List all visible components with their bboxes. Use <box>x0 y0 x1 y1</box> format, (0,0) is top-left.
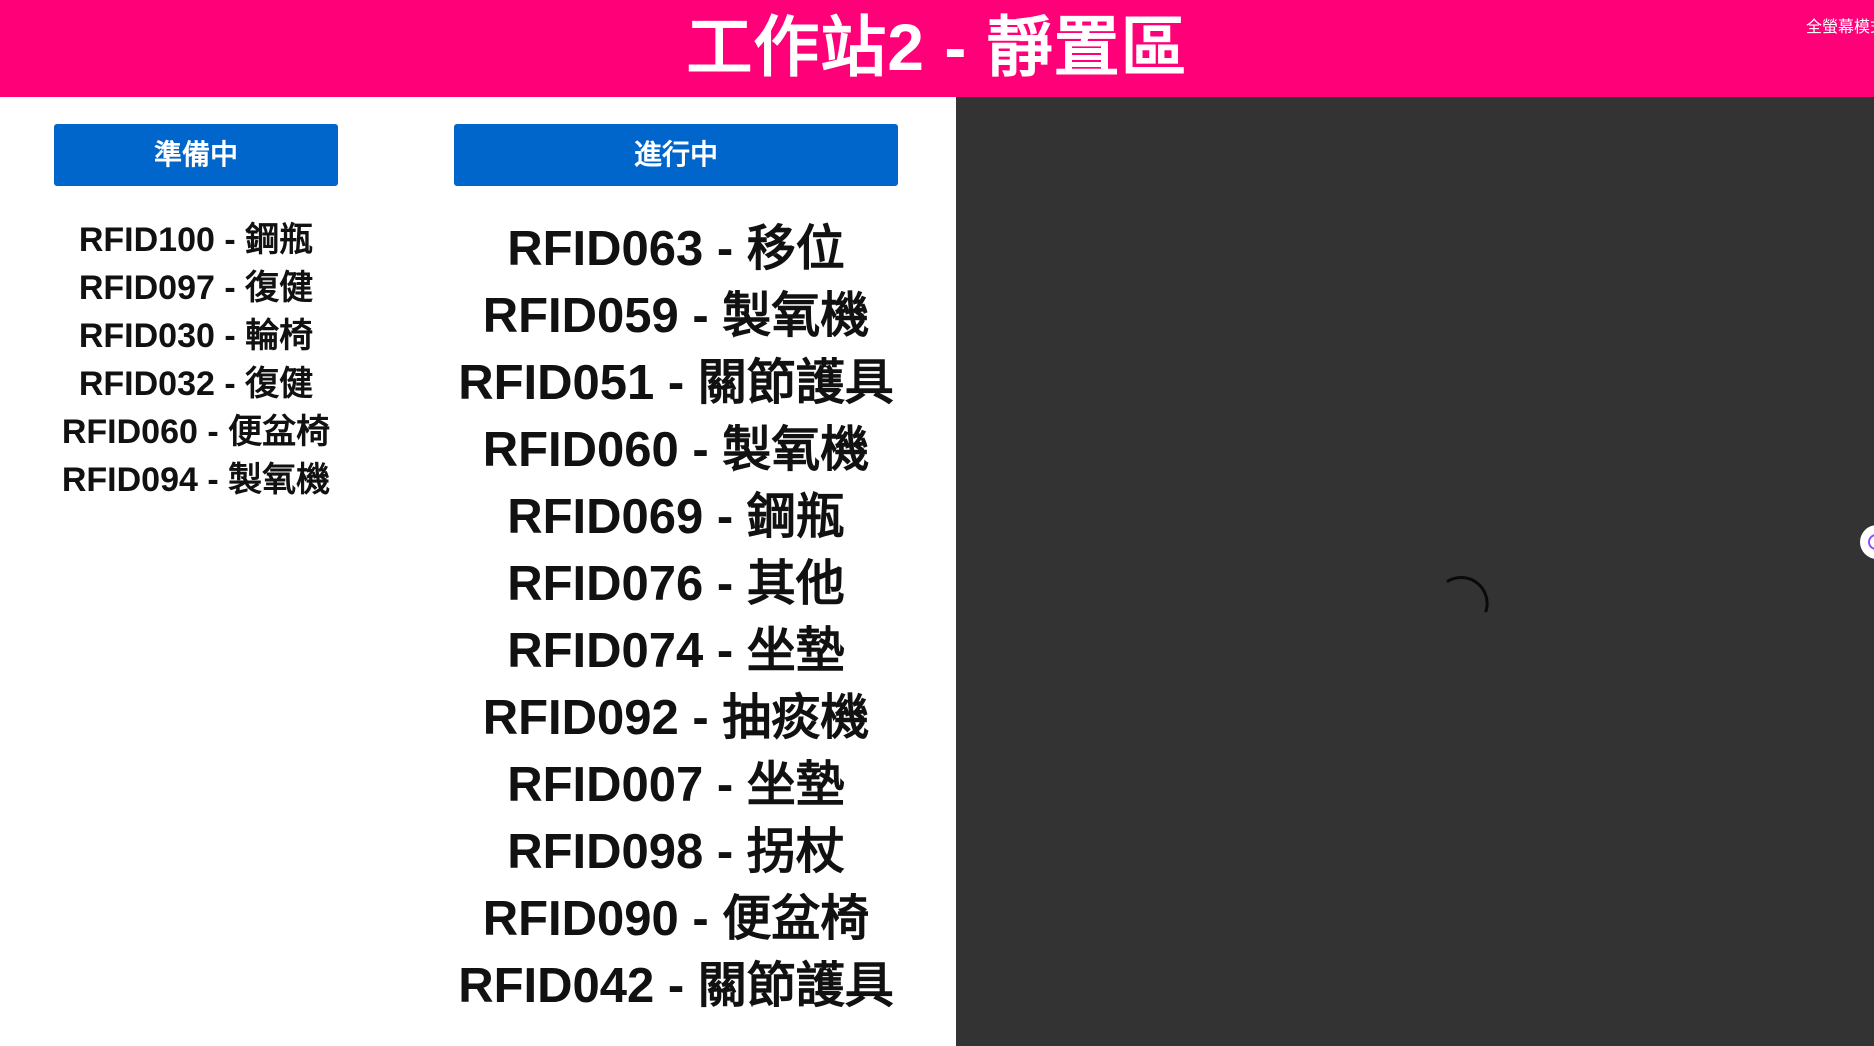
list-item: RFID076 - 其他 <box>507 557 845 611</box>
page-title: 工作站2 - 靜置區 <box>686 10 1188 84</box>
video-panel <box>956 97 1874 1046</box>
list-item: RFID060 - 製氧機 <box>482 423 870 477</box>
list-item: RFID098 - 拐杖 <box>507 825 845 879</box>
ready-column-header: 準備中 <box>54 124 338 186</box>
list-item: RFID032 - 復健 <box>78 365 314 403</box>
list-item: RFID059 - 製氧機 <box>482 289 870 343</box>
status-board: 準備中 RFID100 - 鋼瓶 RFID097 - 復健 RFID030 - … <box>0 97 956 1046</box>
fullscreen-button[interactable]: 全螢幕模式 <box>1806 13 1874 37</box>
in-progress-list: RFID063 - 移位 RFID059 - 製氧機 RFID051 - 關節護… <box>454 216 898 1020</box>
list-item: RFID060 - 便盆椅 <box>61 413 331 451</box>
in-progress-column-header: 進行中 <box>454 124 898 186</box>
loading-spinner-icon <box>1446 575 1489 613</box>
ready-list: RFID100 - 鋼瓶 RFID097 - 復健 RFID030 - 輪椅 R… <box>54 216 338 504</box>
list-item: RFID100 - 鋼瓶 <box>78 221 314 259</box>
list-item: RFID030 - 輪椅 <box>78 317 314 355</box>
list-item: RFID092 - 抽痰機 <box>482 691 870 745</box>
list-item: RFID094 - 製氧機 <box>61 461 331 499</box>
list-item: RFID051 - 關節護具 <box>458 356 894 410</box>
list-item: RFID097 - 復健 <box>78 269 314 307</box>
list-item: RFID007 - 坐墊 <box>507 758 845 812</box>
ready-column: 準備中 RFID100 - 鋼瓶 RFID097 - 復健 RFID030 - … <box>54 124 338 504</box>
in-progress-column: 進行中 RFID063 - 移位 RFID059 - 製氧機 RFID051 -… <box>454 124 898 1020</box>
list-item: RFID069 - 鋼瓶 <box>507 490 845 544</box>
header-bar: 工作站2 - 靜置區 全螢幕模式 <box>0 0 1874 97</box>
list-item: RFID090 - 便盆椅 <box>482 892 870 946</box>
list-item: RFID063 - 移位 <box>507 222 845 276</box>
list-item: RFID042 - 關節護具 <box>458 959 894 1013</box>
list-item: RFID074 - 坐墊 <box>507 624 845 678</box>
